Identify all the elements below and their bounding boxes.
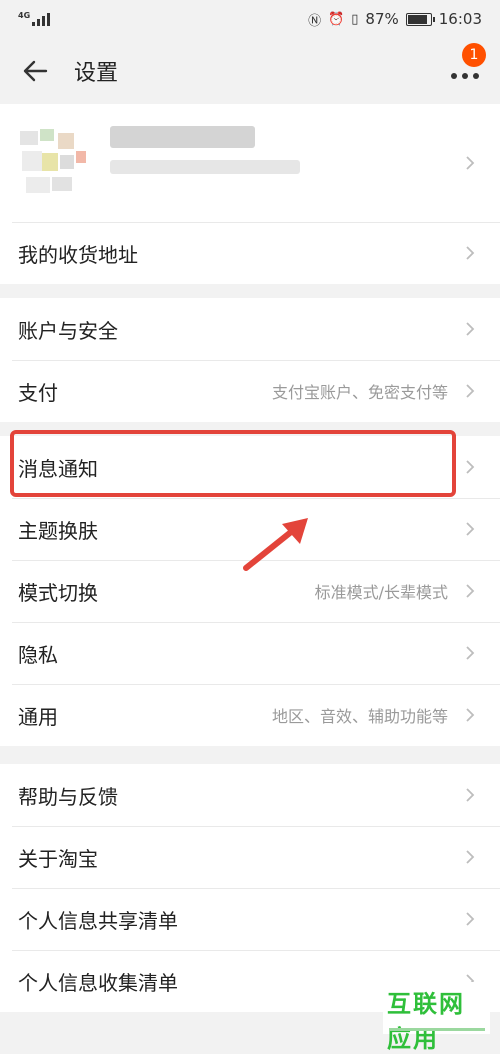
profile-group: 我的收货地址 (0, 104, 500, 284)
about-row[interactable]: 关于淘宝 (0, 826, 500, 888)
notifications-row[interactable]: 消息通知 (0, 436, 500, 498)
status-bar: 4G Ⓝ ⏰ ▯ 87% 16:03 (0, 0, 500, 38)
mode-label: 模式切换 (18, 580, 98, 605)
address-row[interactable]: 我的收货地址 (0, 222, 500, 284)
help-label: 帮助与反馈 (18, 784, 118, 809)
more-dot-icon (451, 73, 457, 79)
more-dot-icon (473, 73, 479, 79)
avatar (18, 123, 88, 203)
signal-icon (32, 12, 51, 26)
blurred-account-info (110, 160, 300, 174)
info-share-label: 个人信息共享清单 (18, 908, 178, 933)
mode-row[interactable]: 模式切换 标准模式/长辈模式 (0, 560, 500, 622)
chevron-right-icon (466, 584, 475, 598)
chevron-right-icon (466, 646, 475, 660)
profile-row[interactable] (0, 104, 500, 222)
info-share-row[interactable]: 个人信息共享清单 (0, 888, 500, 950)
account-security-row[interactable]: 账户与安全 (0, 298, 500, 360)
chevron-right-icon (466, 384, 475, 398)
more-dot-icon (462, 73, 468, 79)
signal-indicator: 4G (18, 11, 51, 26)
back-arrow-icon (23, 60, 48, 82)
account-security-label: 账户与安全 (18, 318, 118, 343)
preferences-group: 消息通知 主题换肤 模式切换 标准模式/长辈模式 隐私 通用 地区、音效、辅助功… (0, 436, 500, 746)
general-detail: 地区、音效、辅助功能等 (271, 707, 448, 726)
alarm-icon: ⏰ (328, 11, 345, 27)
battery-percent: 87% (365, 10, 399, 28)
payment-row[interactable]: 支付 支付宝账户、免密支付等 (0, 360, 500, 422)
watermark-underline (389, 1028, 485, 1031)
chevron-right-icon (466, 788, 475, 802)
chevron-right-icon (466, 156, 475, 170)
address-label: 我的收货地址 (18, 242, 138, 267)
blurred-username (110, 126, 255, 148)
nfc-icon: Ⓝ (308, 13, 322, 29)
watermark-logo: 互联网应用 (383, 982, 490, 1053)
battery-icon (405, 12, 435, 26)
chevron-right-icon (466, 460, 475, 474)
privacy-row[interactable]: 隐私 (0, 622, 500, 684)
about-group: 帮助与反馈 关于淘宝 个人信息共享清单 个人信息收集清单 (0, 764, 500, 1012)
chevron-right-icon (466, 912, 475, 926)
payment-label: 支付 (18, 380, 58, 405)
general-label: 通用 (18, 704, 58, 729)
back-button[interactable] (20, 56, 50, 86)
privacy-label: 隐私 (18, 642, 58, 667)
mode-detail: 标准模式/长辈模式 (314, 583, 448, 602)
general-row[interactable]: 通用 地区、音效、辅助功能等 (0, 684, 500, 746)
chevron-right-icon (466, 246, 475, 260)
theme-row[interactable]: 主题换肤 (0, 498, 500, 560)
page-title: 设置 (74, 61, 119, 86)
account-group: 账户与安全 支付 支付宝账户、免密支付等 (0, 298, 500, 422)
more-options-button[interactable] (448, 64, 482, 88)
vibrate-icon: ▯ (351, 11, 359, 27)
info-collect-label: 个人信息收集清单 (18, 970, 178, 995)
theme-label: 主题换肤 (18, 518, 98, 543)
help-row[interactable]: 帮助与反馈 (0, 764, 500, 826)
chevron-right-icon (466, 850, 475, 864)
watermark-text: 互联网应用 (387, 990, 465, 1053)
network-type: 4G (18, 11, 31, 20)
notifications-label: 消息通知 (18, 456, 98, 481)
chevron-right-icon (466, 522, 475, 536)
header: 设置 1 (0, 38, 500, 104)
chevron-right-icon (466, 708, 475, 722)
clock: 16:03 (438, 10, 482, 28)
payment-detail: 支付宝账户、免密支付等 (271, 383, 448, 402)
notification-badge: 1 (462, 43, 486, 67)
chevron-right-icon (466, 322, 475, 336)
about-label: 关于淘宝 (18, 846, 98, 871)
